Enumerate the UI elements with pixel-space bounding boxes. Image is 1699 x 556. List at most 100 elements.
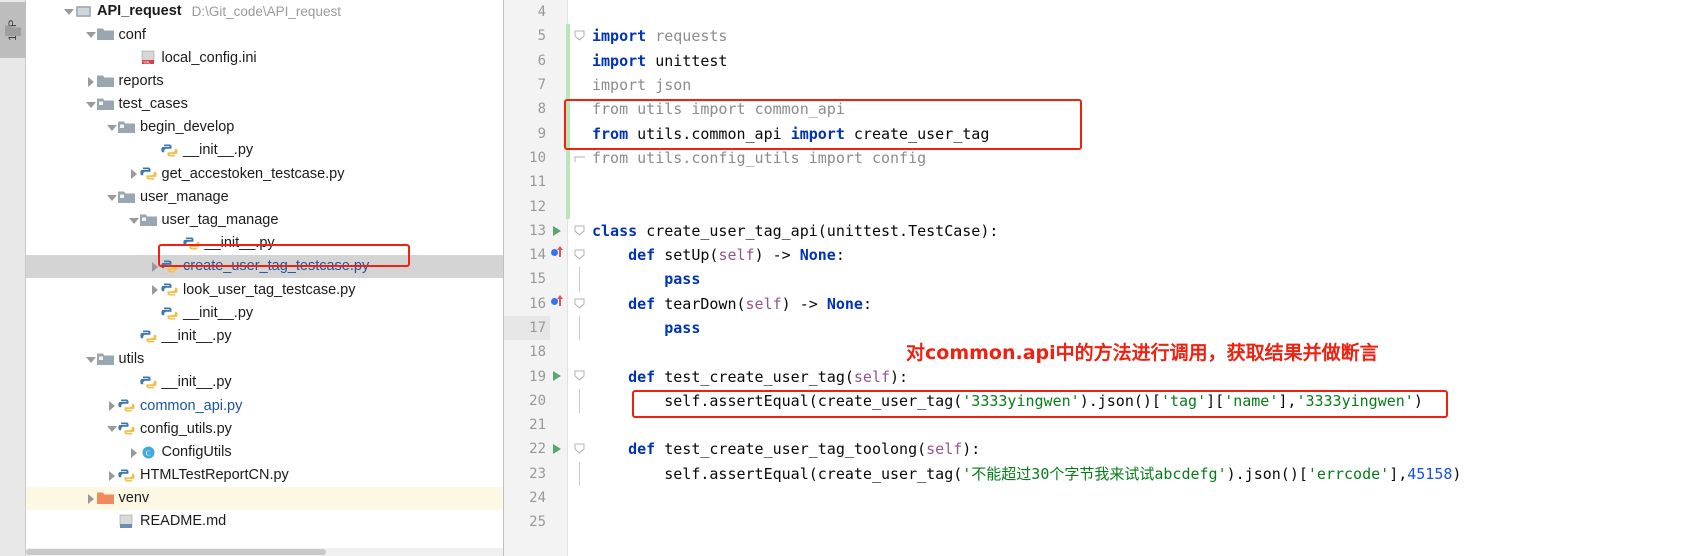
code-text: def tearDown(self) -> None: — [590, 295, 872, 313]
chevron-down-icon[interactable] — [105, 422, 118, 435]
source-folder-icon — [96, 352, 114, 367]
line-number[interactable]: 17 — [504, 320, 550, 336]
chevron-right-icon[interactable] — [148, 260, 161, 273]
chevron-down-icon[interactable] — [105, 121, 118, 134]
code-token: utils.common_api — [637, 124, 791, 143]
code-fold-toggle[interactable] — [568, 219, 590, 243]
tree-item-create-user-tag-testcase-py[interactable]: create_user_tag_testcase.py — [26, 255, 503, 279]
scrollbar-thumb[interactable] — [26, 549, 326, 555]
tree-item-test-cases[interactable]: test_cases — [26, 93, 503, 116]
override-method-icon[interactable] — [550, 292, 568, 316]
line-number[interactable]: 21 — [504, 417, 550, 433]
run-test-icon[interactable] — [550, 219, 568, 243]
gutter-slot — [550, 389, 568, 413]
line-number[interactable]: 22 — [504, 441, 550, 457]
code-editor[interactable]: 4 5 import requests 6 import unittest 7 import… — [504, 0, 1699, 556]
chevron-down-icon[interactable] — [84, 98, 97, 111]
chevron-down-icon[interactable] — [84, 353, 97, 366]
tree-item-htmltestreportcn-py[interactable]: HTMLTestReportCN.py — [26, 464, 503, 487]
gutter-slot — [550, 462, 568, 486]
tree-item-venv[interactable]: venv — [26, 486, 503, 511]
code-fold-toggle[interactable] — [568, 364, 590, 388]
tree-item-label: README.md — [140, 513, 227, 530]
tree-item-config-utils-py[interactable]: config_utils.py — [26, 417, 503, 440]
line-number[interactable]: 25 — [504, 514, 550, 530]
chevron-right-icon[interactable] — [148, 283, 161, 296]
project-tree-panel[interactable]: API_request D:\Git_code\API_request conf YM… — [26, 0, 504, 556]
line-number[interactable]: 10 — [504, 150, 550, 166]
line-number[interactable]: 4 — [504, 4, 550, 20]
tree-item-api-request[interactable]: API_request D:\Git_code\API_request — [26, 0, 503, 23]
line-number[interactable]: 16 — [504, 296, 550, 312]
code-token: setUp — [664, 246, 710, 265]
code-line-25: 25 — [504, 510, 1699, 534]
override-method-icon[interactable] — [550, 243, 568, 267]
code-token: '不能超过30个字节我来试试abcdefg' — [962, 465, 1227, 484]
line-number[interactable]: 12 — [504, 199, 550, 215]
code-token: self — [926, 440, 963, 459]
tree-item--init-py[interactable]: __init__.py — [26, 325, 503, 348]
chevron-down-icon[interactable] — [127, 214, 140, 227]
code-token: None — [826, 294, 863, 313]
code-token: utils — [637, 100, 692, 119]
markdown-file-icon — [118, 514, 135, 529]
line-number[interactable]: 15 — [504, 271, 550, 287]
tree-item-get-accestoken-testcase-py[interactable]: get_accestoken_testcase.py — [26, 162, 503, 185]
chevron-down-icon[interactable] — [84, 28, 97, 41]
code-token: self — [853, 367, 891, 386]
line-number[interactable]: 19 — [504, 369, 550, 385]
tree-item-configutils[interactable]: C ConfigUtils — [26, 441, 503, 464]
tree-item-readme-md[interactable]: README.md — [26, 510, 503, 533]
line-number[interactable]: 14 — [504, 247, 550, 263]
line-number[interactable]: 13 — [504, 223, 550, 239]
run-test-icon[interactable] — [550, 364, 568, 388]
ini-file-icon: YML — [140, 50, 157, 65]
line-number[interactable]: 5 — [504, 28, 550, 44]
chevron-right-icon[interactable] — [105, 399, 118, 412]
chevron-right-icon[interactable] — [127, 167, 140, 180]
chevron-right-icon[interactable] — [84, 492, 97, 505]
code-fold-toggle[interactable] — [568, 24, 590, 48]
chevron-down-icon[interactable] — [105, 191, 118, 204]
code-text: self.assertEqual(create_user_tag('3333yi… — [590, 392, 1423, 410]
code-fold-toggle[interactable] — [568, 437, 590, 461]
tree-item-common-api-py[interactable]: common_api.py — [26, 394, 503, 417]
chevron-right-icon[interactable] — [127, 446, 140, 459]
code-fold-toggle[interactable] — [568, 243, 590, 267]
line-number[interactable]: 7 — [504, 77, 550, 93]
line-number[interactable]: 9 — [504, 126, 550, 142]
fold-slot — [568, 413, 590, 437]
tree-item-look-user-tag-testcase-py[interactable]: look_user_tag_testcase.py — [26, 278, 503, 301]
folder-icon[interactable] — [5, 24, 21, 37]
code-token: self — [592, 391, 701, 410]
left-tool-strip: 1: P — [0, 0, 26, 556]
code-fold-toggle[interactable] — [568, 292, 590, 316]
tree-item--init-py[interactable]: __init__.py — [26, 301, 503, 324]
line-number[interactable]: 23 — [504, 466, 550, 482]
line-number[interactable]: 24 — [504, 490, 550, 506]
line-number[interactable]: 18 — [504, 344, 550, 360]
tree-item-user-manage[interactable]: user_manage — [26, 186, 503, 209]
line-number[interactable]: 8 — [504, 101, 550, 117]
svg-text:C: C — [145, 448, 150, 457]
class-icon: C — [140, 445, 157, 460]
line-number[interactable]: 20 — [504, 393, 550, 409]
tree-horizontal-scrollbar[interactable] — [26, 548, 503, 556]
tree-item-local-config-ini[interactable]: YML local_config.ini — [26, 46, 503, 69]
chevron-right-icon[interactable] — [105, 469, 118, 482]
code-text: class create_user_tag_api(unittest.TestC… — [590, 222, 998, 240]
tree-item--init-py[interactable]: __init__.py — [26, 371, 503, 394]
tree-item-conf[interactable]: conf — [26, 23, 503, 46]
code-fold-end[interactable] — [568, 146, 590, 170]
tree-item-begin-develop[interactable]: begin_develop — [26, 116, 503, 139]
line-number[interactable]: 6 — [504, 53, 550, 69]
tree-item-reports[interactable]: reports — [26, 70, 503, 93]
chevron-down-icon[interactable] — [62, 5, 75, 18]
line-number[interactable]: 11 — [504, 174, 550, 190]
tree-item--init-py[interactable]: __init__.py — [26, 139, 503, 162]
run-test-icon[interactable] — [550, 437, 568, 461]
tree-item--init-py[interactable]: __init__.py — [26, 232, 503, 255]
tree-item-utils[interactable]: utils — [26, 348, 503, 371]
tree-item-user-tag-manage[interactable]: user_tag_manage — [26, 209, 503, 232]
chevron-right-icon[interactable] — [84, 75, 97, 88]
